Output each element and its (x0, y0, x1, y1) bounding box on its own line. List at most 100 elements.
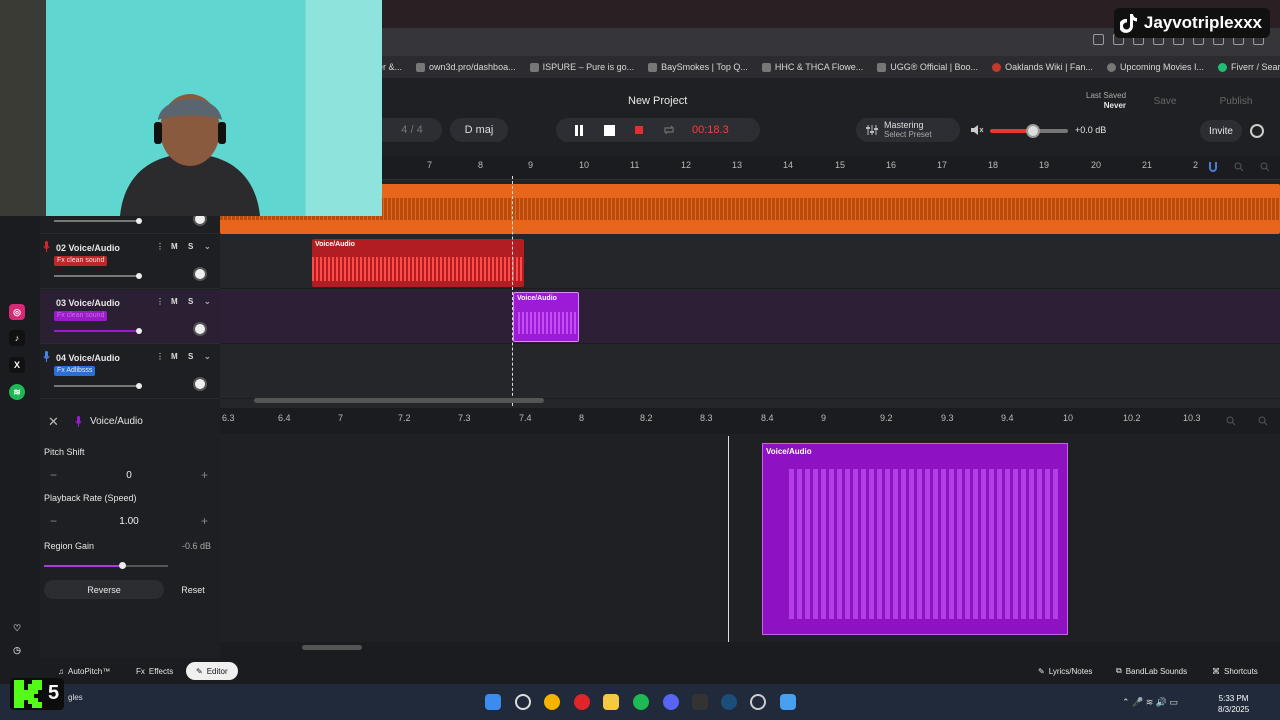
time-signature[interactable]: 4 / 4 (382, 118, 442, 142)
bookmark-item[interactable]: BaySmokes | Top Q... (648, 62, 748, 72)
track-volume-knob[interactable] (136, 218, 142, 224)
zoom-out-icon[interactable] (1234, 162, 1244, 172)
track-02[interactable]: 02 Voice/Audio ⋮ M S ⌄ Fx clean sound (40, 235, 220, 289)
bookmark-item[interactable]: ISPURE – Pure is go... (529, 62, 634, 72)
speaker-mute-icon[interactable] (970, 124, 984, 136)
history-icon[interactable]: ◷ (9, 642, 25, 658)
copilot-icon[interactable] (780, 694, 796, 710)
key-selector[interactable]: D maj (450, 118, 508, 142)
track-menu-icon[interactable]: ⋮ (156, 242, 164, 251)
solo-button[interactable]: S (188, 297, 193, 306)
editor-ruler[interactable]: 6.3 6.4 7 7.2 7.3 7.4 8 8.2 8.3 8.4 9 9.… (220, 408, 1280, 434)
plus-icon[interactable]: + (201, 468, 208, 482)
heart-icon[interactable]: ♡ (9, 620, 25, 636)
track-menu-icon[interactable]: ⋮ (156, 352, 164, 361)
bookmark-item[interactable]: Oaklands Wiki | Fan... (992, 62, 1093, 72)
bookmark-item[interactable]: UGG® Official | Boo... (877, 62, 978, 72)
publish-button[interactable]: Publish (1200, 90, 1272, 112)
chevron-down-icon[interactable]: ⌄ (204, 297, 211, 306)
track-name[interactable]: Voice/Audio (69, 243, 120, 253)
track-volume-slider[interactable] (54, 328, 142, 334)
gear-icon[interactable] (1250, 124, 1264, 138)
minus-icon[interactable]: − (50, 514, 57, 528)
region-gain-knob[interactable] (119, 562, 126, 569)
track-menu-icon[interactable]: ⋮ (156, 297, 164, 306)
timeline-ruler[interactable]: 7 8 9 10 11 12 13 14 15 16 17 18 19 20 2… (382, 156, 1280, 180)
track-volume-knob[interactable] (136, 383, 142, 389)
pause-button[interactable] (564, 118, 594, 142)
magnet-icon[interactable] (1208, 161, 1218, 173)
reset-button[interactable]: Reset (170, 580, 216, 599)
lane-02[interactable]: Voice/Audio (220, 235, 1280, 289)
stop-button[interactable] (594, 118, 624, 142)
shortcuts-button[interactable]: ⌘ Shortcuts (1202, 662, 1268, 680)
editor-audio-clip[interactable]: Voice/Audio (762, 443, 1068, 635)
fx-badge[interactable]: Fx clean sound (54, 256, 108, 266)
editor-button[interactable]: ✎ Editor (186, 662, 238, 680)
project-title[interactable]: New Project (628, 95, 687, 107)
spotify-icon[interactable] (633, 694, 649, 710)
save-button[interactable]: Save (1134, 90, 1196, 112)
minus-icon[interactable]: − (50, 468, 57, 482)
tiktok-icon[interactable]: ♪ (9, 330, 25, 346)
playback-rate-stepper[interactable]: − 1.00 + (44, 511, 214, 531)
lane-04[interactable] (220, 345, 1280, 399)
mute-button[interactable]: M (171, 352, 178, 361)
master-volume-knob[interactable] (1026, 124, 1040, 138)
mute-button[interactable]: M (171, 242, 178, 251)
lyrics-notes-button[interactable]: ✎ Lyrics/Notes (1028, 662, 1102, 680)
bookmark-item[interactable]: own3d.pro/dashboa... (416, 62, 516, 72)
editor-playhead[interactable] (728, 436, 729, 642)
pan-knob[interactable] (193, 267, 207, 281)
pan-knob[interactable] (193, 377, 207, 391)
taskbar-clock[interactable]: 5:33 PM 8/3/2025 (1218, 693, 1249, 715)
plus-icon[interactable]: + (201, 514, 208, 528)
search-icon[interactable] (515, 694, 531, 710)
discord-icon[interactable] (663, 694, 679, 710)
zoom-in-icon[interactable] (1258, 416, 1268, 426)
solo-button[interactable]: S (188, 242, 193, 251)
chevron-down-icon[interactable]: ⌄ (204, 352, 211, 361)
editor-scrollbar[interactable] (302, 645, 362, 650)
zoom-out-icon[interactable] (1226, 416, 1236, 426)
track-volume-knob[interactable] (136, 273, 142, 279)
track-volume-slider[interactable] (54, 273, 142, 279)
instagram-icon[interactable]: ◎ (9, 304, 25, 320)
mute-button[interactable]: M (171, 297, 178, 306)
x-icon[interactable]: X (9, 357, 25, 373)
horizontal-scrollbar[interactable] (254, 398, 544, 403)
fx-badge[interactable]: Fx clean sound (54, 311, 108, 321)
lane-03[interactable]: Voice/Audio (220, 290, 1280, 344)
audio-clip-purple[interactable]: Voice/Audio (513, 292, 579, 342)
pitch-shift-value[interactable]: 0 (126, 470, 132, 481)
chevron-down-icon[interactable]: ⌄ (204, 242, 211, 251)
bookmark-item[interactable]: Upcoming Movies I... (1106, 62, 1204, 72)
obs-icon[interactable] (750, 694, 766, 710)
track-03[interactable]: 03 Voice/Audio ⋮ M S ⌄ Fx clean sound (40, 290, 220, 344)
editor-canvas[interactable] (220, 434, 1280, 642)
bookmark-item[interactable]: HHC & THCA Flowe... (761, 62, 863, 72)
chrome-icon[interactable] (544, 694, 560, 710)
windows-start-icon[interactable] (485, 694, 501, 710)
solo-button[interactable]: S (188, 352, 193, 361)
fx-badge[interactable]: Fx Adlibsss (54, 366, 96, 376)
tray-icons[interactable]: ⌃ 🎤 ≋ 🔊 ▭ (1122, 697, 1178, 708)
spotify-icon[interactable]: ≋ (9, 384, 25, 400)
reverse-button[interactable]: Reverse (44, 580, 164, 599)
bookmark-item[interactable]: Fiverr / Search Resul... (1217, 62, 1280, 72)
track-volume-knob[interactable] (136, 328, 142, 334)
record-button[interactable] (624, 118, 654, 142)
playhead[interactable] (512, 176, 513, 406)
track-volume-slider[interactable] (54, 218, 142, 224)
track-name[interactable]: Voice/Audio (69, 353, 120, 363)
track-name[interactable]: Voice/Audio (69, 298, 120, 308)
loop-button[interactable] (654, 118, 684, 142)
folder-icon[interactable] (603, 694, 619, 710)
zoom-in-icon[interactable] (1260, 162, 1270, 172)
pan-knob[interactable] (193, 322, 207, 336)
opera-icon[interactable] (574, 694, 590, 710)
region-gain-slider[interactable] (44, 565, 168, 567)
effects-button[interactable]: Fx Effects (126, 662, 183, 680)
audio-clip-red[interactable]: Voice/Audio (312, 239, 524, 287)
sidebar-icon[interactable] (1093, 34, 1104, 45)
